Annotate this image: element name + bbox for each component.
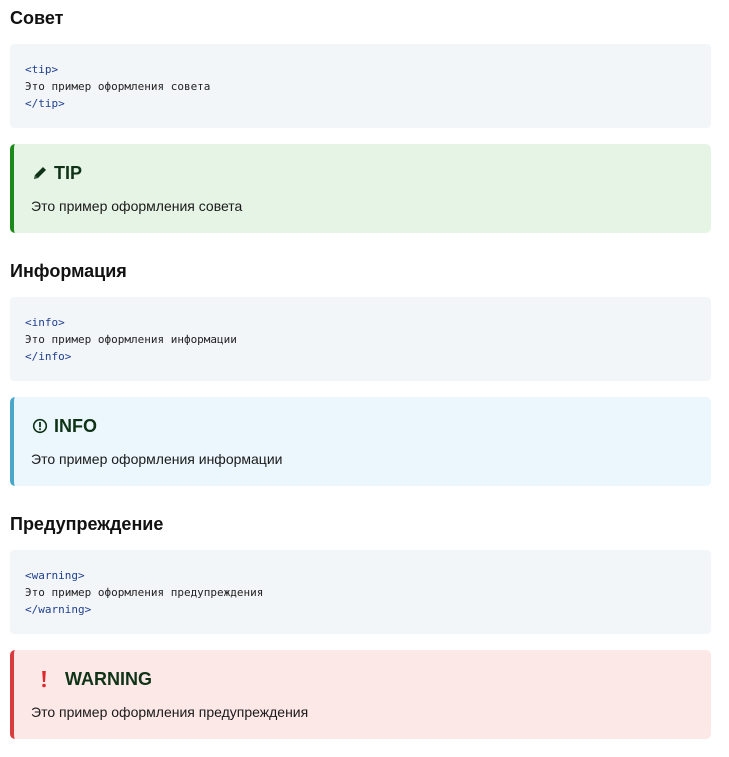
section-heading-tip: Совет <box>10 8 64 28</box>
code-open-tag: <info> <box>25 316 65 329</box>
callout-body: Это пример оформления предупреждения <box>31 704 309 720</box>
document-content: Совет <tip> Это пример оформления совета… <box>10 0 711 739</box>
callout-tip: TIP Это пример оформления совета <box>10 144 711 233</box>
code-block-warning: <warning> Это пример оформления предупре… <box>10 550 711 634</box>
callout-warning: WARNING Это пример оформления предупрежд… <box>10 650 711 739</box>
section-heading-warning: Предупреждение <box>10 514 164 534</box>
section-heading-info: Информация <box>10 261 127 281</box>
code-open-tag: <warning> <box>25 569 85 582</box>
callout-title-text: TIP <box>54 162 83 183</box>
callout-body: Это пример оформления совета <box>31 198 243 214</box>
code-text: Это пример оформления совета <box>25 80 211 93</box>
callout-info: INFO Это пример оформления информации <box>10 397 711 486</box>
code-close-tag: </info> <box>25 350 72 363</box>
code-close-tag: </warning> <box>25 603 92 616</box>
callout-title-text: WARNING <box>65 668 152 689</box>
callout-title-text: INFO <box>54 415 97 436</box>
code-text: Это пример оформления информации <box>25 333 237 346</box>
pencil-icon <box>31 164 49 182</box>
callout-title: TIP <box>31 162 695 184</box>
exclamation-icon <box>35 670 53 688</box>
info-circle-icon <box>31 417 49 435</box>
callout-title: INFO <box>31 415 695 437</box>
callout-body: Это пример оформления информации <box>31 451 283 467</box>
code-block-tip: <tip> Это пример оформления совета </tip… <box>10 44 711 128</box>
code-open-tag: <tip> <box>25 63 59 76</box>
code-block-info: <info> Это пример оформления информации … <box>10 297 711 381</box>
code-text: Это пример оформления предупреждения <box>25 586 264 599</box>
callout-title: WARNING <box>31 668 695 690</box>
code-close-tag: </tip> <box>25 97 65 110</box>
